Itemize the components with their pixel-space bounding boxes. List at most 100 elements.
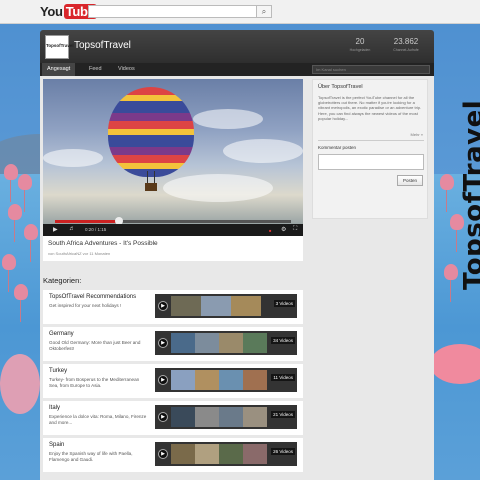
video-count: 11 Videos bbox=[271, 374, 295, 381]
more-link[interactable]: Mehr » bbox=[411, 132, 423, 137]
category-title[interactable]: Italy bbox=[49, 405, 60, 411]
category-desc: Good Old Germany: More than just Beer an… bbox=[49, 340, 141, 351]
flamingo-image bbox=[24, 224, 38, 262]
views-count: 23.862 bbox=[393, 37, 419, 46]
tab-feed[interactable]: Feed bbox=[84, 63, 107, 76]
video-title[interactable]: South Africa Adventures - It's Possible bbox=[48, 240, 158, 247]
category-desc: Turkey- from Bosperus to the Mediterrane… bbox=[49, 377, 140, 388]
flamingo-image bbox=[0, 354, 40, 414]
video-thumbnail[interactable] bbox=[195, 333, 219, 353]
category-item[interactable]: Germany Good Old Germany: More than just… bbox=[43, 327, 303, 361]
post-button[interactable]: Posten bbox=[397, 175, 423, 186]
channel-navbar: Angesagt Feed Videos Im Kanal suchen bbox=[40, 63, 434, 76]
video-thumbnail[interactable] bbox=[219, 333, 243, 353]
video-meta: von SouthAfricaNZ vor 11 Monaten bbox=[48, 251, 111, 256]
fullscreen-icon[interactable]: ⛶ bbox=[293, 226, 297, 233]
hot-air-balloon bbox=[108, 87, 194, 177]
video-count: 34 Videos bbox=[271, 337, 295, 344]
category-title[interactable]: Turkey bbox=[49, 368, 67, 374]
flamingo-image bbox=[4, 164, 18, 202]
uploads-label: Hochgeladen bbox=[349, 48, 371, 52]
video-thumbnail[interactable] bbox=[171, 370, 195, 390]
uploads-stat: 20 Hochgeladen bbox=[346, 37, 374, 52]
channel-header: TopsofTravel TopsofTravel 20 Hochgeladen… bbox=[40, 30, 434, 63]
channel-page: TopsofTravel TopsofTravel 20 Hochgeladen… bbox=[40, 30, 434, 480]
category-thumbnails[interactable]: ▶ 11 Videos bbox=[155, 368, 297, 392]
channel-title: TopsofTravel bbox=[74, 40, 131, 51]
flamingo-image bbox=[14, 284, 28, 322]
settings-icon[interactable]: ⚙ bbox=[281, 226, 286, 233]
video-info: South Africa Adventures - It's Possible … bbox=[43, 236, 303, 261]
banner-text: TopsofTravel bbox=[459, 99, 480, 290]
video-thumbnail[interactable] bbox=[195, 407, 219, 427]
youtube-topbar: You Tube ⌕ bbox=[0, 0, 480, 24]
play-icon[interactable]: ▶ bbox=[158, 338, 168, 348]
video-count: 26 Videos bbox=[271, 448, 295, 455]
categories-label: Kategorien: bbox=[43, 276, 82, 285]
comment-input[interactable] bbox=[318, 154, 424, 170]
tab-angesagt[interactable]: Angesagt bbox=[42, 63, 76, 76]
video-thumbnail[interactable] bbox=[243, 407, 267, 427]
video-thumbnail[interactable] bbox=[219, 444, 243, 464]
play-icon[interactable]: ▶ bbox=[158, 412, 168, 422]
video-count: 3 Videos bbox=[273, 300, 295, 307]
channel-search-input[interactable]: Im Kanal suchen bbox=[312, 65, 430, 74]
video-thumbnail[interactable] bbox=[171, 444, 195, 464]
video-progress-bar[interactable] bbox=[55, 220, 291, 223]
video-count: 21 Videos bbox=[271, 411, 295, 418]
category-item[interactable]: Turkey Turkey- from Bosperus to the Medi… bbox=[43, 364, 303, 398]
video-thumbnail[interactable] bbox=[243, 333, 267, 353]
video-frame[interactable] bbox=[43, 79, 303, 224]
video-thumbnail[interactable] bbox=[243, 444, 267, 464]
video-player[interactable]: ▶ ♬ 0:20 / 1:15 ■ ⚙ ⛶ bbox=[43, 79, 303, 236]
category-desc: Experience la dolce vita: Roma, Milano, … bbox=[49, 414, 147, 425]
play-icon[interactable]: ▶ bbox=[53, 226, 58, 233]
category-thumbnails[interactable]: ▶ 26 Videos bbox=[155, 442, 297, 466]
volume-icon[interactable]: ♬ bbox=[69, 226, 75, 232]
category-title[interactable]: TopsOfTravel Recommendations bbox=[49, 294, 136, 300]
video-thumbnail[interactable] bbox=[231, 296, 261, 316]
video-thumbnail[interactable] bbox=[195, 444, 219, 464]
category-title[interactable]: Spain bbox=[49, 442, 64, 448]
video-thumbnail[interactable] bbox=[171, 333, 195, 353]
category-item[interactable]: Spain Enjoy the Spanish way of life with… bbox=[43, 438, 303, 472]
video-thumbnail[interactable] bbox=[201, 296, 231, 316]
category-title[interactable]: Germany bbox=[49, 331, 74, 337]
category-item[interactable]: Italy Experience la dolce vita: Roma, Mi… bbox=[43, 401, 303, 435]
about-sidebar: Über TopsofTravel TopsofTravel is the pe… bbox=[312, 79, 428, 219]
video-time: 0:20 / 1:15 bbox=[85, 227, 107, 232]
cloud-shape bbox=[223, 139, 303, 163]
cloud-shape bbox=[193, 109, 263, 129]
channel-banner: TopsofTravel bbox=[437, 70, 480, 300]
video-thumbnail[interactable] bbox=[171, 407, 195, 427]
play-icon[interactable]: ▶ bbox=[158, 375, 168, 385]
captions-icon[interactable]: ■ bbox=[269, 228, 271, 233]
category-thumbnails[interactable]: ▶ 34 Videos bbox=[155, 331, 297, 355]
play-icon[interactable]: ▶ bbox=[158, 301, 168, 311]
category-thumbnails[interactable]: ▶ 21 Videos bbox=[155, 405, 297, 429]
search-icon[interactable]: ⌕ bbox=[256, 5, 272, 18]
video-thumbnail[interactable] bbox=[243, 370, 267, 390]
play-icon[interactable]: ▶ bbox=[158, 449, 168, 459]
category-thumbnails[interactable]: ▶ 3 Videos bbox=[155, 294, 297, 318]
tab-videos[interactable]: Videos bbox=[113, 63, 140, 76]
views-label: Channel-Aufrufe bbox=[393, 48, 419, 52]
search-input[interactable] bbox=[88, 5, 258, 18]
video-thumbnail[interactable] bbox=[171, 296, 201, 316]
views-stat: 23.862 Channel-Aufrufe bbox=[388, 37, 424, 52]
video-thumbnail[interactable] bbox=[219, 370, 243, 390]
comment-title: Kommentar posten bbox=[318, 145, 357, 150]
flamingo-image bbox=[8, 204, 22, 242]
video-thumbnail[interactable] bbox=[195, 370, 219, 390]
about-text: TopsofTravel is the perfect YouTube chan… bbox=[318, 95, 422, 121]
logo-you-text: You bbox=[40, 4, 63, 19]
category-item[interactable]: TopsOfTravel Recommendations Get inspire… bbox=[43, 290, 303, 324]
video-thumbnail[interactable] bbox=[219, 407, 243, 427]
balloon-basket bbox=[145, 183, 157, 191]
category-desc: Enjoy the Spanish way of life with Paell… bbox=[49, 451, 133, 462]
uploads-count: 20 bbox=[355, 37, 365, 46]
channel-avatar[interactable]: TopsofTravel bbox=[45, 35, 74, 59]
video-progress-fill bbox=[55, 220, 119, 223]
cloud-shape bbox=[163, 174, 273, 202]
sidebar-divider bbox=[318, 140, 424, 141]
